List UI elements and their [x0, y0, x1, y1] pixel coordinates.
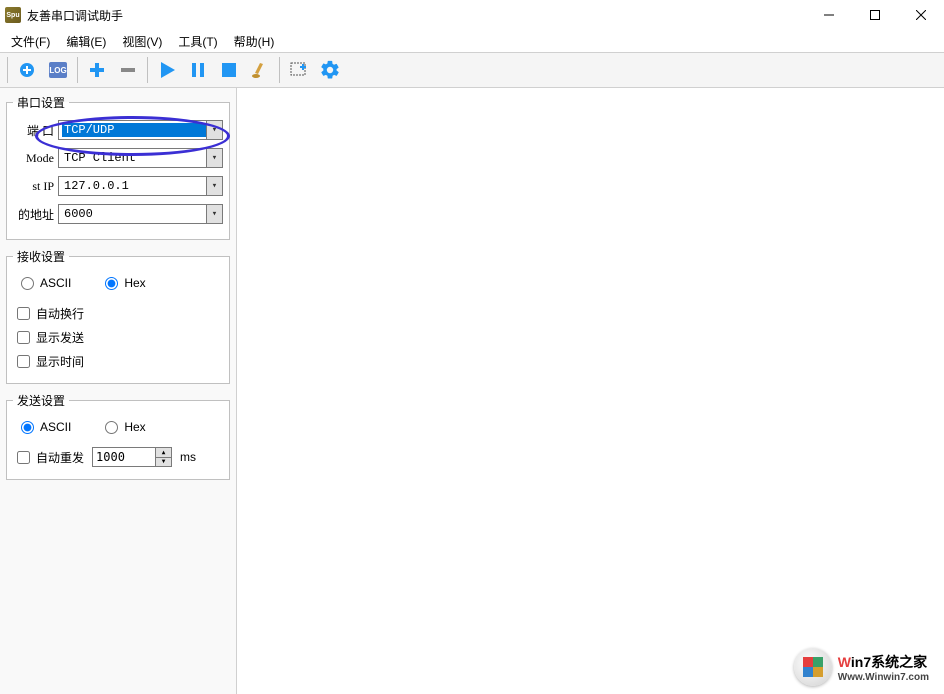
- stop-button[interactable]: [215, 56, 243, 84]
- showsend-label: 显示发送: [36, 329, 84, 346]
- port-label: 端 口: [13, 122, 58, 139]
- app-icon: Spu: [5, 7, 21, 23]
- send-settings-group: 发送设置 ASCII Hex 自动重发 1000 ▲▼: [6, 392, 230, 480]
- autowrap-label: 自动换行: [36, 305, 84, 322]
- separator: [77, 57, 78, 83]
- autorepeat-label: 自动重发: [36, 449, 84, 466]
- mode-combo-value: TCP Client: [62, 151, 206, 165]
- send-ascii-label: ASCII: [40, 420, 71, 434]
- recv-ascii-radio[interactable]: ASCII: [17, 273, 71, 293]
- recv-hex-radio[interactable]: Hex: [101, 273, 145, 293]
- watermark-url: Www.Winwin7.com: [838, 672, 929, 683]
- showsend-check[interactable]: 显示发送: [13, 327, 223, 347]
- dropdown-arrow-icon[interactable]: [206, 205, 222, 223]
- send-settings-legend: 发送设置: [13, 392, 69, 409]
- minimize-button[interactable]: [806, 0, 852, 30]
- play-button[interactable]: [153, 56, 181, 84]
- menu-tools[interactable]: 工具(T): [172, 31, 223, 52]
- recv-ascii-label: ASCII: [40, 276, 71, 290]
- menu-file[interactable]: 文件(F): [5, 31, 56, 52]
- clear-button[interactable]: [246, 56, 274, 84]
- ip-combo-value: 127.0.0.1: [62, 179, 206, 193]
- recv-settings-group: 接收设置 ASCII Hex 自动换行 显示发送: [6, 248, 230, 384]
- dropdown-arrow-icon[interactable]: [206, 149, 222, 167]
- close-button[interactable]: [898, 0, 944, 30]
- send-ascii-radio[interactable]: ASCII: [17, 417, 71, 437]
- port-combo[interactable]: TCP/UDP: [58, 120, 223, 140]
- interval-input[interactable]: 1000 ▲▼: [92, 447, 172, 467]
- svg-text:LOG: LOG: [49, 66, 66, 75]
- sidebar: 串口设置 端 口 TCP/UDP Mode TCP Client st IP 1…: [0, 88, 237, 694]
- interval-value: 1000: [96, 450, 125, 464]
- window-controls: [806, 0, 944, 30]
- watermark-title: Win7系统之家: [838, 652, 929, 672]
- separator: [147, 57, 148, 83]
- port-settings-group: 串口设置 端 口 TCP/UDP Mode TCP Client st IP 1…: [6, 94, 230, 240]
- recv-hex-label: Hex: [124, 276, 145, 290]
- showtime-check[interactable]: 显示时间: [13, 351, 223, 371]
- output-area[interactable]: Win7系统之家 Www.Winwin7.com: [237, 88, 944, 694]
- title-bar: Spu 友善串口调试助手: [0, 0, 944, 30]
- new-window-button[interactable]: [285, 56, 313, 84]
- add-button[interactable]: [83, 56, 111, 84]
- send-hex-radio[interactable]: Hex: [101, 417, 145, 437]
- mode-combo[interactable]: TCP Client: [58, 148, 223, 168]
- port-combo-value: TCP/UDP: [62, 123, 206, 137]
- menu-help[interactable]: 帮助(H): [228, 31, 281, 52]
- addr-combo-value: 6000: [62, 207, 206, 221]
- addr-label: 的地址: [13, 206, 58, 223]
- recv-settings-legend: 接收设置: [13, 248, 69, 265]
- mode-label: Mode: [13, 151, 58, 166]
- dropdown-arrow-icon[interactable]: [206, 177, 222, 195]
- main-area: 串口设置 端 口 TCP/UDP Mode TCP Client st IP 1…: [0, 88, 944, 694]
- ip-combo[interactable]: 127.0.0.1: [58, 176, 223, 196]
- watermark-logo-icon: [794, 648, 832, 686]
- watermark: Win7系统之家 Www.Winwin7.com: [794, 648, 929, 686]
- ip-label: st IP: [13, 179, 58, 194]
- autowrap-check[interactable]: 自动换行: [13, 303, 223, 323]
- pause-button[interactable]: [184, 56, 212, 84]
- interval-unit: ms: [180, 450, 196, 464]
- toolbar: LOG: [0, 52, 944, 88]
- autorepeat-check[interactable]: 自动重发: [17, 449, 84, 466]
- menu-view[interactable]: 视图(V): [116, 31, 168, 52]
- menu-bar: 文件(F) 编辑(E) 视图(V) 工具(T) 帮助(H): [0, 30, 944, 52]
- separator: [7, 57, 8, 83]
- dropdown-arrow-icon[interactable]: [206, 121, 222, 139]
- showtime-label: 显示时间: [36, 353, 84, 370]
- settings-button[interactable]: [316, 56, 344, 84]
- port-settings-legend: 串口设置: [13, 94, 69, 111]
- menu-edit[interactable]: 编辑(E): [60, 31, 112, 52]
- spinner-icon[interactable]: ▲▼: [155, 448, 171, 466]
- separator: [279, 57, 280, 83]
- addr-combo[interactable]: 6000: [58, 204, 223, 224]
- maximize-button[interactable]: [852, 0, 898, 30]
- send-hex-label: Hex: [124, 420, 145, 434]
- window-title: 友善串口调试助手: [27, 7, 806, 24]
- connect-button[interactable]: [13, 56, 41, 84]
- log-button[interactable]: LOG: [44, 56, 72, 84]
- remove-button[interactable]: [114, 56, 142, 84]
